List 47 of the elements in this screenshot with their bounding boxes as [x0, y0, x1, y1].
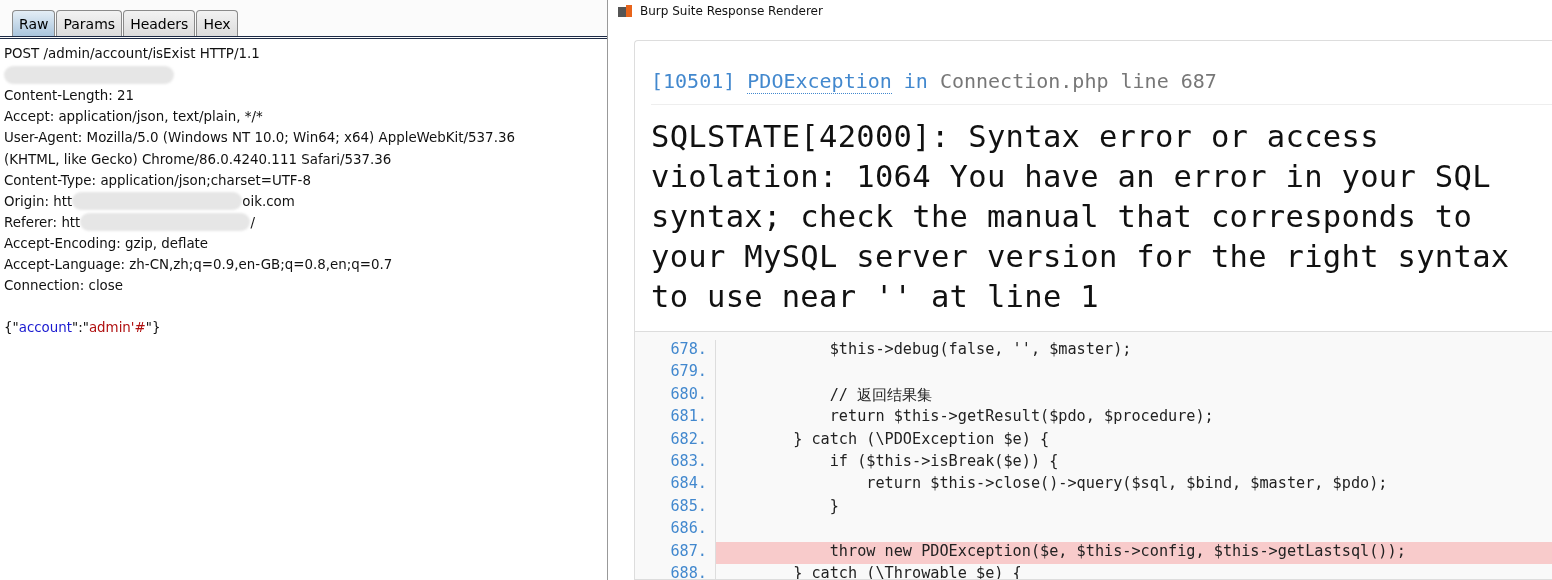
line-number: 682.	[669, 429, 708, 450]
line-number: 688.	[669, 563, 708, 579]
line-number: 678.	[669, 340, 708, 360]
line-number: 686.	[669, 519, 708, 540]
line-number: 685.	[669, 496, 708, 517]
line-number: 681.	[669, 407, 708, 428]
in-label: in	[903, 69, 928, 94]
tab[interactable]: Hex	[196, 10, 238, 36]
header-text: Referer: htt	[4, 213, 81, 232]
line-number: 679.	[669, 362, 708, 383]
code-line: return $this->getResult($pdo, $procedure);	[715, 407, 1552, 430]
line-number: 680.	[669, 384, 708, 405]
error-message: SQLSTATE[42000]: Syntax error or access violation: 1064 You have an error in your SQL syntax; check the manual that corresponds to your MySQL server version for the right syntax to use near '' at line 1	[651, 118, 1511, 316]
tab[interactable]: Params	[56, 10, 123, 36]
json-value: admin'#	[88, 319, 146, 338]
header-text: Content-Length: 21	[4, 87, 135, 106]
window-title: Burp Suite Response Renderer	[640, 4, 823, 18]
header-text: Connection: close	[4, 277, 124, 296]
error-code: [10501]	[651, 69, 736, 94]
code-line: } catch (\PDOException $e) {	[715, 429, 1552, 452]
tab[interactable]: Raw	[12, 10, 56, 36]
header-text: Accept-Language: zh-CN,zh;q=0.9,en-GB;q=0.8,en;q=0.7	[4, 256, 393, 274]
header-text: ":"	[72, 319, 89, 338]
header-text: Accept: application/json, text/plain, */*	[4, 108, 263, 127]
file-location: Connection.php line 687	[939, 69, 1217, 94]
line-number: 684.	[669, 474, 708, 495]
code-line: if ($this->isBreak($e)) {	[715, 451, 1552, 475]
header-text: POST /admin/account/isExist HTTP/1.1	[4, 45, 260, 64]
app-icon	[618, 5, 632, 17]
header-text: oik.com	[242, 192, 295, 211]
exception-link[interactable]: PDOException	[747, 69, 892, 94]
line-number: 683.	[669, 451, 708, 472]
header-text: Content-Type: application/json;charset=UTF-8	[4, 171, 311, 190]
json-key: account	[18, 317, 73, 339]
code-line: // 返回结果集	[715, 384, 1552, 408]
code-line: $this->debug(false, '', $master);	[715, 340, 1552, 363]
line-number: 687.	[669, 541, 708, 562]
header-text: Origin: htt	[4, 192, 73, 211]
header-text: /	[250, 213, 255, 232]
code-line: return $this->close()->query($sql, $bind, $master, $pdo);	[715, 474, 1552, 497]
header-text: Accept-Encoding: gzip, deflate	[4, 234, 209, 253]
tab[interactable]: Headers	[123, 10, 196, 36]
header-text: {"	[4, 319, 19, 338]
header-text: (KHTML, like Gecko) Chrome/86.0.4240.111 Safari/537.36	[4, 150, 392, 169]
header-text: "}	[145, 319, 161, 338]
code-line: }	[715, 496, 1552, 520]
header-text: User-Agent: Mozilla/5.0 (Windows NT 10.0; Win64; x64) AppleWebKit/537.36	[4, 129, 515, 148]
